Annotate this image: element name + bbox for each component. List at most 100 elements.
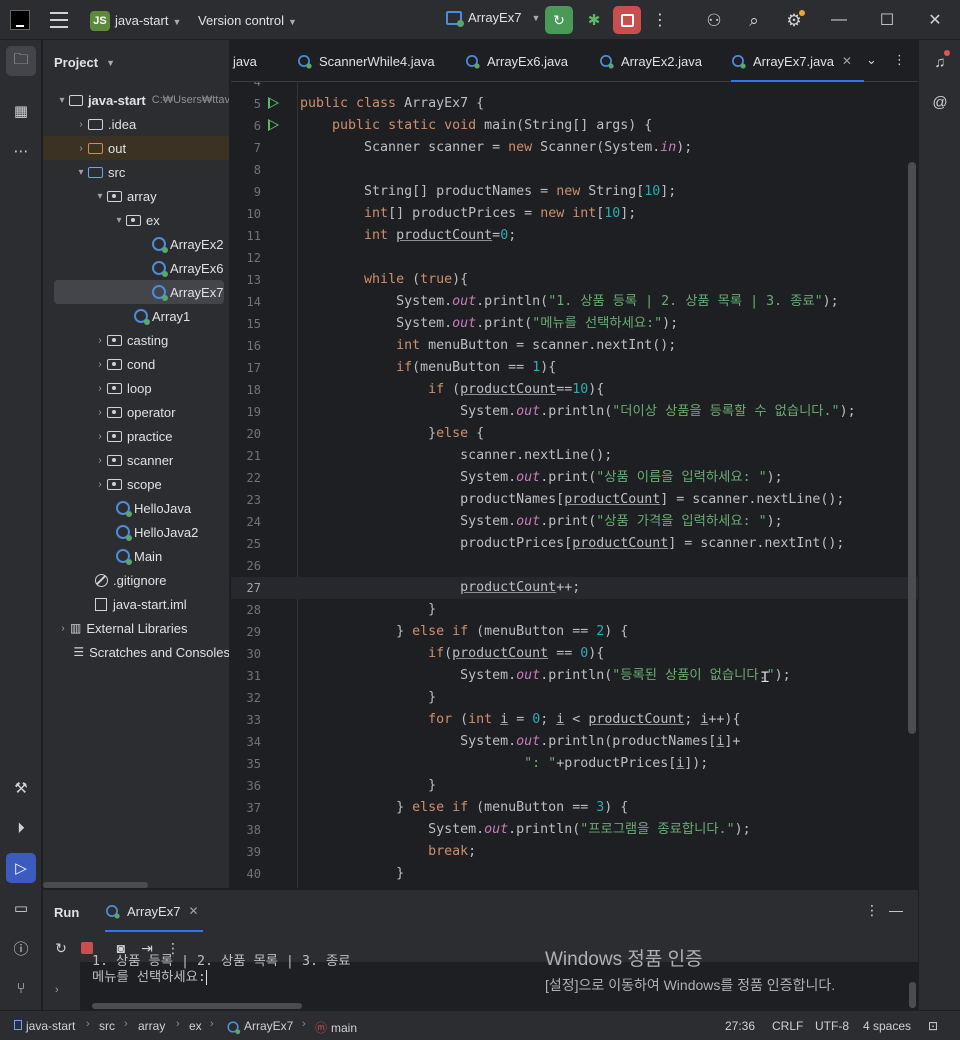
tree-item-hellojava[interactable]: HelloJava bbox=[43, 496, 229, 520]
project-panel-header[interactable]: Project ▼ bbox=[43, 40, 229, 85]
tree-label: out bbox=[108, 140, 127, 156]
console-horizontal-scrollbar[interactable] bbox=[92, 1003, 302, 1009]
tree-item-arrayex2[interactable]: ArrayEx2 bbox=[43, 232, 229, 256]
tab-java[interactable]: java bbox=[233, 40, 257, 82]
read-only-lock-icon[interactable]: ⊡ bbox=[928, 1019, 938, 1033]
tree-item-hellojava2[interactable]: HelloJava2 bbox=[43, 520, 229, 544]
hide-panel-icon[interactable]: — bbox=[889, 902, 903, 918]
project-badge[interactable]: JS bbox=[90, 11, 110, 31]
code-line: 17 if(menuButton == 1){ bbox=[231, 357, 918, 379]
tree-item-practice[interactable]: › practice bbox=[43, 424, 229, 448]
ai-assistant-icon[interactable]: @ bbox=[928, 90, 952, 114]
editor-vertical-scrollbar[interactable] bbox=[908, 162, 916, 734]
project-tool-icon[interactable]: 🗀 bbox=[6, 46, 36, 76]
tree-item-gitignore[interactable]: .gitignore bbox=[43, 568, 229, 592]
tree-item-main[interactable]: Main bbox=[43, 544, 229, 568]
tab-more-actions-icon[interactable]: ⋮ bbox=[893, 52, 906, 68]
problems-icon[interactable]: ⓘ bbox=[6, 933, 36, 963]
tree-item-array[interactable]: ▾ array bbox=[43, 184, 229, 208]
tree-item-arrayex6[interactable]: ArrayEx6 bbox=[43, 256, 229, 280]
console-vertical-scrollbar[interactable] bbox=[909, 982, 916, 1008]
version-control-menu[interactable]: Version control ▼ bbox=[198, 13, 297, 28]
debug-button[interactable]: ✱ bbox=[582, 8, 606, 32]
more-actions-icon[interactable]: ⋮ bbox=[652, 10, 668, 30]
tree-item-casting[interactable]: › casting bbox=[43, 328, 229, 352]
file-encoding[interactable]: UTF-8 bbox=[815, 1019, 849, 1033]
console-expand-icon[interactable]: › bbox=[55, 984, 59, 996]
more-tools-icon[interactable]: ⋯ bbox=[6, 136, 36, 166]
services-icon[interactable]: ⏵ bbox=[6, 813, 36, 843]
close-tab-icon[interactable]: ✕ bbox=[842, 54, 852, 68]
breadcrumb-src[interactable]: src bbox=[99, 1019, 115, 1033]
tree-item-idea[interactable]: › .idea bbox=[43, 112, 229, 136]
breadcrumb-array[interactable]: array bbox=[138, 1019, 165, 1033]
tree-label: casting bbox=[127, 332, 169, 348]
tree-item-out[interactable]: › out bbox=[43, 136, 229, 160]
rerun-icon[interactable]: ↻ bbox=[51, 938, 71, 958]
tab-list-chevron-icon[interactable]: ⌄ bbox=[866, 52, 877, 68]
indent-setting[interactable]: 4 spaces bbox=[863, 1019, 911, 1033]
tree-item-operator[interactable]: › operator bbox=[43, 400, 229, 424]
line-number: 36 bbox=[246, 779, 261, 793]
tree-item-arrayex7[interactable]: ArrayEx7 bbox=[54, 280, 224, 304]
tab-arrayex6[interactable]: ArrayEx6.java bbox=[465, 40, 568, 82]
run-class-gutter-icon[interactable] bbox=[268, 97, 279, 109]
tree-item-external-libraries[interactable]: › ▥ External Libraries bbox=[43, 616, 229, 640]
line-number: 10 bbox=[246, 207, 261, 221]
settings-gear-icon[interactable]: ⚙ bbox=[783, 10, 805, 32]
code-editor[interactable]: 4 5 public class ArrayEx7 { 6 public stat… bbox=[231, 82, 918, 888]
tree-item-array1[interactable]: Array1 bbox=[43, 304, 229, 328]
code-line: 12 bbox=[231, 247, 918, 269]
main-menu-icon[interactable] bbox=[50, 12, 68, 28]
title-bar: JS java-start ▼ Version control ▼ ArrayEx7… bbox=[0, 0, 960, 40]
breadcrumb-module[interactable]: java-start bbox=[14, 1019, 75, 1033]
run-panel-options-icon[interactable]: ⋮ bbox=[865, 902, 879, 919]
tree-item-root[interactable]: ▾ java-start C:₩Users₩ttav bbox=[43, 88, 229, 112]
breadcrumb-ex[interactable]: ex bbox=[189, 1019, 202, 1033]
tree-item-iml[interactable]: java-start.iml bbox=[43, 592, 229, 616]
minimize-button[interactable]: — bbox=[829, 10, 849, 30]
maximize-button[interactable]: ☐ bbox=[877, 10, 897, 30]
console-line: 메뉴를 선택하세요: bbox=[92, 967, 207, 989]
package-icon bbox=[107, 406, 122, 418]
search-icon[interactable]: ⌕ bbox=[743, 10, 765, 32]
caret-position[interactable]: 27:36 bbox=[725, 1019, 755, 1033]
terminal-icon[interactable]: ▭ bbox=[6, 893, 36, 923]
tree-label: cond bbox=[127, 356, 156, 372]
mouse-ibeam-cursor: Ｉ bbox=[758, 669, 772, 685]
line-separator[interactable]: CRLF bbox=[772, 1019, 803, 1033]
line-number: 25 bbox=[246, 537, 261, 551]
breadcrumb-method[interactable]: ⓜ main bbox=[315, 1019, 357, 1036]
tree-item-src[interactable]: ▾ src bbox=[43, 160, 229, 184]
java-class-icon bbox=[152, 261, 168, 277]
tree-item-scope[interactable]: › scope bbox=[43, 472, 229, 496]
project-name: java-start bbox=[115, 13, 169, 28]
module-icon bbox=[14, 1020, 22, 1030]
add-user-icon[interactable]: ⚇ bbox=[703, 10, 725, 32]
tree-item-scratches[interactable]: ☰ Scratches and Consoles bbox=[43, 640, 229, 664]
git-icon[interactable]: ⑂ bbox=[6, 973, 36, 1003]
tree-label: HelloJava2 bbox=[134, 524, 199, 540]
rerun-button[interactable]: ↻ bbox=[545, 6, 573, 34]
run-main-gutter-icon[interactable] bbox=[268, 119, 279, 131]
stop-button[interactable] bbox=[613, 6, 641, 34]
structure-tool-icon[interactable]: ▦ bbox=[6, 96, 36, 126]
tree-item-scanner[interactable]: › scanner bbox=[43, 448, 229, 472]
tab-arrayex7[interactable]: ArrayEx7.java ✕ bbox=[731, 40, 864, 82]
tree-item-ex[interactable]: ▾ ex bbox=[43, 208, 229, 232]
tree-item-loop[interactable]: › loop bbox=[43, 376, 229, 400]
breadcrumb-class[interactable]: ArrayEx7 bbox=[226, 1019, 293, 1035]
tab-scannerwhile4[interactable]: ScannerWhile4.java bbox=[297, 40, 435, 82]
run-configuration-selector[interactable]: ArrayEx7 ▼ bbox=[446, 10, 540, 27]
tab-arrayex2[interactable]: ArrayEx2.java bbox=[599, 40, 702, 82]
run-tab-arrayex7[interactable]: ArrayEx7 ✕ bbox=[105, 890, 203, 932]
horizontal-scrollbar[interactable] bbox=[43, 882, 148, 888]
project-switcher[interactable]: java-start ▼ bbox=[115, 13, 181, 28]
notifications-bell-icon[interactable]: ♫ bbox=[928, 50, 952, 74]
build-hammer-icon[interactable]: ⚒ bbox=[6, 773, 36, 803]
run-tool-icon[interactable]: ▷ bbox=[6, 853, 36, 883]
tree-item-cond[interactable]: › cond bbox=[43, 352, 229, 376]
close-run-tab-icon[interactable]: ✕ bbox=[188, 904, 198, 918]
close-window-button[interactable]: ✕ bbox=[925, 10, 945, 30]
code-line: 18 if (productCount==10){ bbox=[231, 379, 918, 401]
